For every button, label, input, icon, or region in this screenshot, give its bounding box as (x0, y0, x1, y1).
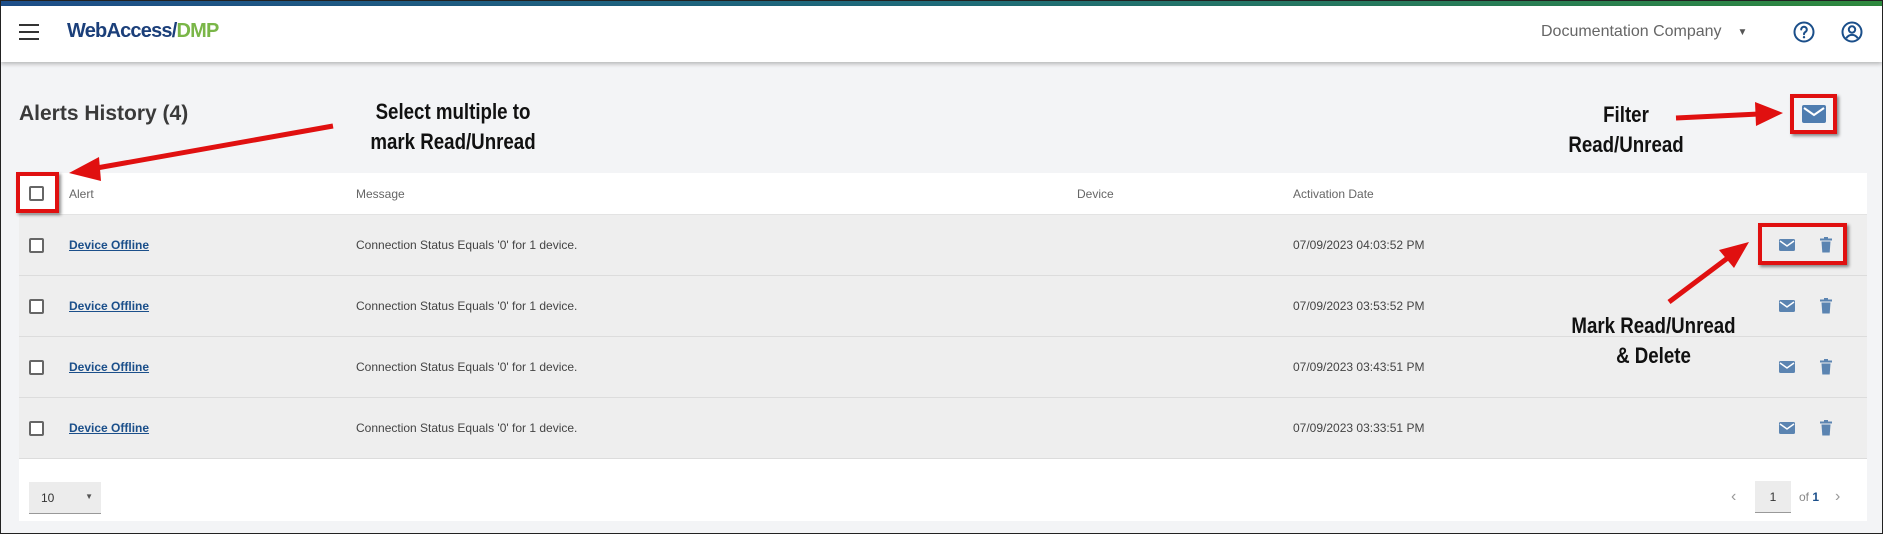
annotation-box-row-actions (1758, 223, 1847, 265)
hamburger-icon[interactable] (19, 24, 39, 40)
logo-part1: WebAccess/ (67, 20, 177, 42)
delete-trash-icon[interactable] (1816, 357, 1836, 377)
table-row: Device Offline Connection Status Equals … (19, 398, 1867, 459)
alert-message: Connection Status Equals '0' for 1 devic… (356, 421, 578, 435)
table-row: Device Offline Connection Status Equals … (19, 215, 1867, 276)
annotation-box-filter (1790, 94, 1837, 134)
mark-read-mail-icon[interactable] (1777, 296, 1797, 316)
activation-date: 07/09/2023 03:53:52 PM (1293, 299, 1425, 313)
row-checkbox[interactable] (29, 421, 44, 436)
column-header-message[interactable]: Message (356, 187, 405, 201)
company-name: Documentation Company (1541, 23, 1722, 40)
app-frame: WebAccess/DMP Documentation Company ▼ Al… (0, 0, 1883, 534)
table-footer: 10 ▼ ‹ 1 of 1 › (19, 469, 1867, 521)
page-title: Alerts History (4) (19, 102, 189, 125)
annotation-mark-delete: Mark Read/Unread & Delete (1571, 313, 1736, 368)
mark-read-mail-icon[interactable] (1777, 357, 1797, 377)
annotation-box-select-all (16, 172, 59, 213)
activation-date: 07/09/2023 03:43:51 PM (1293, 360, 1425, 374)
delete-trash-icon[interactable] (1816, 418, 1836, 438)
alert-message: Connection Status Equals '0' for 1 devic… (356, 238, 578, 252)
caret-down-icon: ▼ (85, 492, 93, 501)
chevron-right-icon[interactable]: › (1835, 488, 1840, 506)
alert-link[interactable]: Device Offline (69, 299, 149, 313)
account-circle-icon[interactable] (1840, 20, 1864, 44)
column-header-device[interactable]: Device (1077, 187, 1114, 201)
delete-trash-icon[interactable] (1816, 296, 1836, 316)
alert-link[interactable]: Device Offline (69, 360, 149, 374)
rows-per-page-select[interactable]: 10 ▼ (29, 482, 101, 514)
row-checkbox[interactable] (29, 360, 44, 375)
mark-read-mail-icon[interactable] (1777, 418, 1797, 438)
alert-message: Connection Status Equals '0' for 1 devic… (356, 360, 578, 374)
caret-down-icon: ▼ (1737, 26, 1748, 38)
app-header: WebAccess/DMP Documentation Company ▼ (1, 6, 1882, 62)
logo-part2: DMP (176, 20, 219, 42)
activation-date: 07/09/2023 04:03:52 PM (1293, 238, 1425, 252)
activation-date: 07/09/2023 03:33:51 PM (1293, 421, 1425, 435)
app-logo[interactable]: WebAccess/DMP (67, 20, 219, 43)
page-number-input[interactable]: 1 (1755, 481, 1791, 513)
annotation-select-multiple: Select multiple to mark Read/Unread (370, 99, 536, 154)
alert-link[interactable]: Device Offline (69, 421, 149, 435)
company-selector[interactable]: Documentation Company ▼ (1541, 23, 1747, 41)
chevron-left-icon[interactable]: ‹ (1731, 488, 1736, 506)
alert-link[interactable]: Device Offline (69, 238, 149, 252)
help-circle-icon[interactable] (1792, 20, 1816, 44)
column-header-activation-date[interactable]: Activation Date (1293, 187, 1374, 201)
alert-message: Connection Status Equals '0' for 1 devic… (356, 299, 578, 313)
rows-per-page-value: 10 (41, 491, 55, 505)
table-header: Alert Message Device Activation Date (19, 173, 1867, 215)
column-header-alert[interactable]: Alert (69, 187, 94, 201)
annotation-filter: Filter Read/Unread (1568, 102, 1684, 157)
row-checkbox[interactable] (29, 238, 44, 253)
page-total: of 1 (1799, 490, 1820, 504)
row-checkbox[interactable] (29, 299, 44, 314)
